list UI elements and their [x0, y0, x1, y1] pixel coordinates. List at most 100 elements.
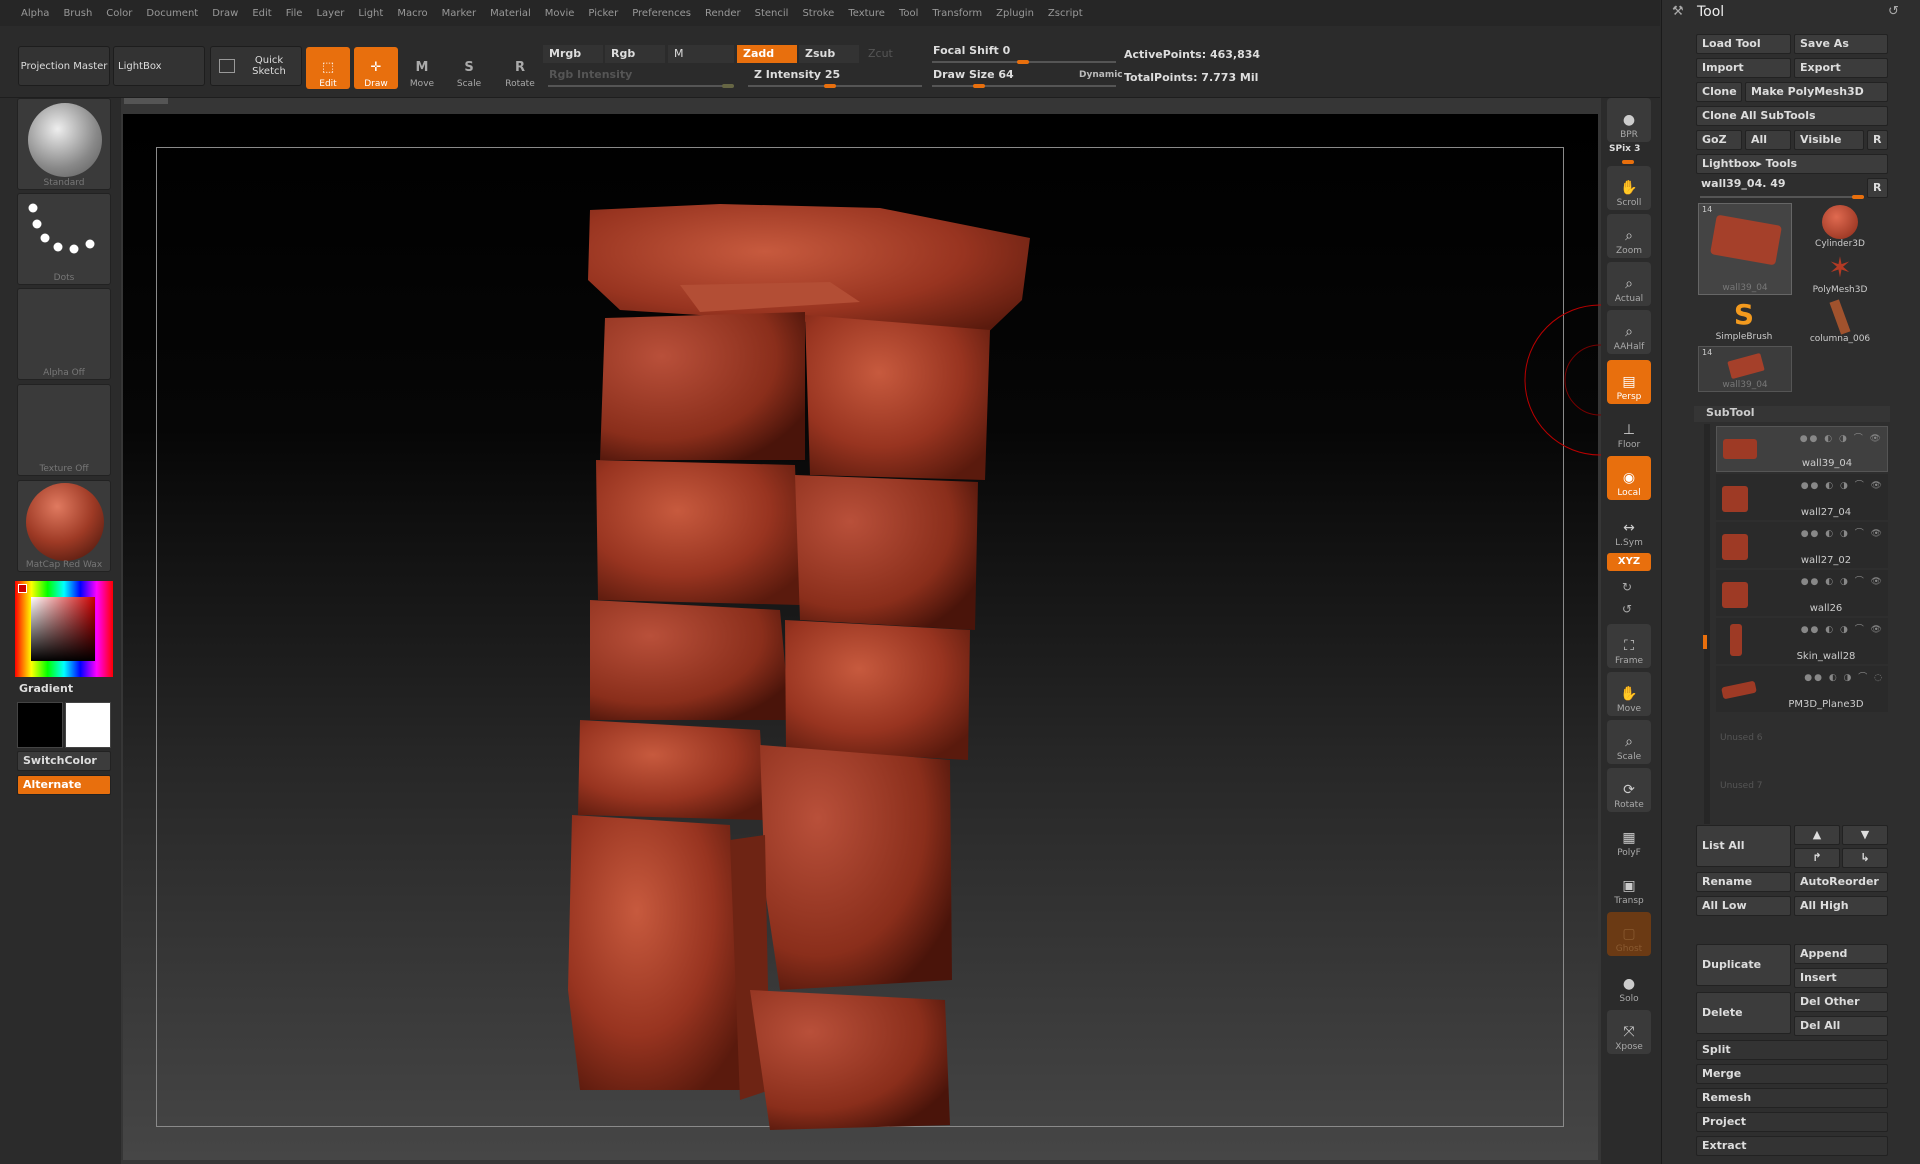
lsym-button[interactable]: ↔ L.Sym: [1607, 506, 1651, 550]
subtool-toggles-icon[interactable]: ●● ◐ ◑ ⌒ 👁: [1801, 526, 1884, 539]
delete-button[interactable]: Delete: [1696, 992, 1791, 1034]
z-intensity-slider[interactable]: Z Intensity 25: [748, 66, 868, 84]
subtool-scrollbar[interactable]: [1704, 424, 1710, 824]
scale-button[interactable]: S Scale: [447, 47, 491, 90]
solo-button[interactable]: ● Solo: [1607, 962, 1651, 1006]
focal-shift-slider[interactable]: Focal Shift 0: [927, 42, 1047, 60]
rotate-y-icon[interactable]: ↻: [1622, 580, 1632, 594]
zsub-button[interactable]: Zsub: [799, 45, 859, 63]
polyf-button[interactable]: ▦ PolyF: [1607, 816, 1651, 860]
dynamic-toggle[interactable]: Dynamic: [1079, 70, 1123, 80]
move-bottom-button[interactable]: ↳: [1842, 848, 1888, 868]
z-intensity-knob[interactable]: [824, 84, 836, 88]
move-button[interactable]: M Move: [400, 47, 444, 90]
mrgb-button[interactable]: Mrgb: [543, 45, 603, 63]
move-down-button[interactable]: ▼: [1842, 825, 1888, 845]
del-other-button[interactable]: Del Other: [1794, 992, 1888, 1012]
scroll-button[interactable]: ✋ Scroll: [1607, 166, 1651, 210]
draw-button[interactable]: ✛ Draw: [354, 47, 398, 89]
subtool-toggles-icon[interactable]: ●● ◐ ◑ ⌒ ◌: [1804, 670, 1884, 683]
canvas-scroll-handle[interactable]: [124, 98, 168, 104]
subtool-row[interactable]: ●● ◐ ◑ ⌒ 👁 wall27_04: [1716, 474, 1888, 520]
tool-pin-icon[interactable]: ⚒: [1672, 4, 1684, 19]
tool-tile-columna[interactable]: columna_006: [1794, 298, 1886, 344]
subtool-row[interactable]: ●● ◐ ◑ ⌒ 👁 wall27_02: [1716, 522, 1888, 568]
stroke-thumbnail[interactable]: Dots: [17, 193, 111, 285]
tool-r-button[interactable]: R: [1867, 178, 1888, 198]
export-button[interactable]: Export: [1794, 58, 1888, 78]
subtool-toggles-icon[interactable]: ●● ◐ ◑ ⌒ 👁: [1801, 574, 1884, 587]
gradient-label[interactable]: Gradient: [19, 682, 73, 695]
subtool-row[interactable]: ●● ◐ ◑ ⌒ 👁 wall26: [1716, 570, 1888, 616]
subtool-scrollbar-knob[interactable]: [1703, 635, 1707, 649]
rgb-intensity-slider[interactable]: Rgb Intensity: [543, 66, 733, 84]
menu-brush[interactable]: Brush: [56, 8, 99, 19]
secondary-color-swatch[interactable]: [65, 702, 111, 748]
goz-visible-button[interactable]: Visible: [1794, 130, 1864, 150]
clone-all-subtools-button[interactable]: Clone All SubTools: [1696, 106, 1888, 126]
menu-tool[interactable]: Tool: [892, 8, 925, 19]
menu-stencil[interactable]: Stencil: [748, 8, 796, 19]
autoreorder-button[interactable]: AutoReorder: [1794, 872, 1888, 892]
menu-document[interactable]: Document: [139, 8, 205, 19]
rotate-button[interactable]: R Rotate: [498, 47, 542, 90]
menu-material[interactable]: Material: [483, 8, 538, 19]
append-button[interactable]: Append: [1794, 944, 1888, 964]
menu-edit[interactable]: Edit: [245, 8, 278, 19]
local-button[interactable]: ◉ Local: [1607, 456, 1651, 500]
menu-zscript[interactable]: Zscript: [1041, 8, 1090, 19]
rotate-z-icon[interactable]: ↺: [1622, 602, 1632, 616]
focal-shift-knob[interactable]: [1017, 60, 1029, 64]
move-up-button[interactable]: ▲: [1794, 825, 1840, 845]
menu-movie[interactable]: Movie: [538, 8, 582, 19]
insert-button[interactable]: Insert: [1794, 968, 1888, 988]
remesh-button[interactable]: Remesh: [1696, 1088, 1888, 1108]
del-all-button[interactable]: Del All: [1794, 1016, 1888, 1036]
quick-sketch-button[interactable]: Quick Sketch: [210, 46, 302, 86]
scale-view-button[interactable]: ⌕ Scale: [1607, 720, 1651, 764]
alpha-thumbnail[interactable]: Alpha Off: [17, 288, 111, 380]
edit-button[interactable]: ⬚ Edit: [306, 47, 350, 89]
tool-tile-cylinder3d[interactable]: Cylinder3D: [1794, 203, 1886, 249]
tool-panel-title[interactable]: Tool: [1697, 4, 1724, 20]
menu-draw[interactable]: Draw: [205, 8, 245, 19]
menu-marker[interactable]: Marker: [435, 8, 484, 19]
actual-button[interactable]: ⌕ Actual: [1607, 262, 1651, 306]
menu-render[interactable]: Render: [698, 8, 748, 19]
subtool-toggles-icon[interactable]: ●● ◐ ◑ ⌒ 👁: [1801, 478, 1884, 491]
refresh-icon[interactable]: ↺: [1888, 4, 1899, 19]
floor-button[interactable]: ⊥ Floor: [1607, 408, 1651, 452]
make-polymesh-button[interactable]: Make PolyMesh3D: [1745, 82, 1888, 102]
menu-macro[interactable]: Macro: [390, 8, 434, 19]
import-button[interactable]: Import: [1696, 58, 1791, 78]
rgb-intensity-knob[interactable]: [722, 84, 734, 88]
menu-file[interactable]: File: [279, 8, 310, 19]
project-button[interactable]: Project: [1696, 1112, 1888, 1132]
extract-button[interactable]: Extract: [1696, 1136, 1888, 1156]
subtool-toggles-icon[interactable]: ●● ◐ ◑ ⌒ 👁: [1800, 431, 1883, 444]
subtool-toggles-icon[interactable]: ●● ◐ ◑ ⌒ 👁: [1801, 622, 1884, 635]
subtool-row[interactable]: ●● ◐ ◑ ⌒ 👁 Skin_wall28: [1716, 618, 1888, 664]
menu-transform[interactable]: Transform: [925, 8, 989, 19]
clone-button[interactable]: Clone: [1696, 82, 1742, 102]
list-all-button[interactable]: List All: [1696, 825, 1791, 867]
persp-button[interactable]: ▤ Persp: [1607, 360, 1651, 404]
rotate-view-button[interactable]: ⟳ Rotate: [1607, 768, 1651, 812]
zadd-button[interactable]: Zadd: [737, 45, 797, 63]
color-picker[interactable]: [15, 581, 113, 677]
current-tool-slider[interactable]: wall39_04. 49: [1701, 177, 1786, 190]
material-thumbnail[interactable]: MatCap Red Wax: [17, 480, 111, 572]
split-button[interactable]: Split: [1696, 1040, 1888, 1060]
ghost-button[interactable]: ▢ Ghost: [1607, 912, 1651, 956]
spix-knob[interactable]: [1622, 160, 1634, 164]
subtool-row[interactable]: ●● ◐ ◑ ⌒ ◌ PM3D_Plane3D: [1716, 666, 1888, 712]
goz-r-button[interactable]: R: [1867, 130, 1888, 150]
xyz-button[interactable]: XYZ: [1607, 553, 1651, 571]
m-button[interactable]: M: [668, 45, 734, 63]
load-tool-button[interactable]: Load Tool: [1696, 34, 1791, 54]
tool-tile-wall39[interactable]: 14 wall39_04: [1698, 203, 1792, 295]
zcut-button[interactable]: Zcut: [862, 45, 922, 63]
transp-button[interactable]: ▣ Transp: [1607, 864, 1651, 908]
tool-tile-simplebrush[interactable]: S SimpleBrush: [1698, 298, 1790, 344]
lightbox-tools-button[interactable]: Lightbox▸ Tools: [1696, 154, 1888, 174]
